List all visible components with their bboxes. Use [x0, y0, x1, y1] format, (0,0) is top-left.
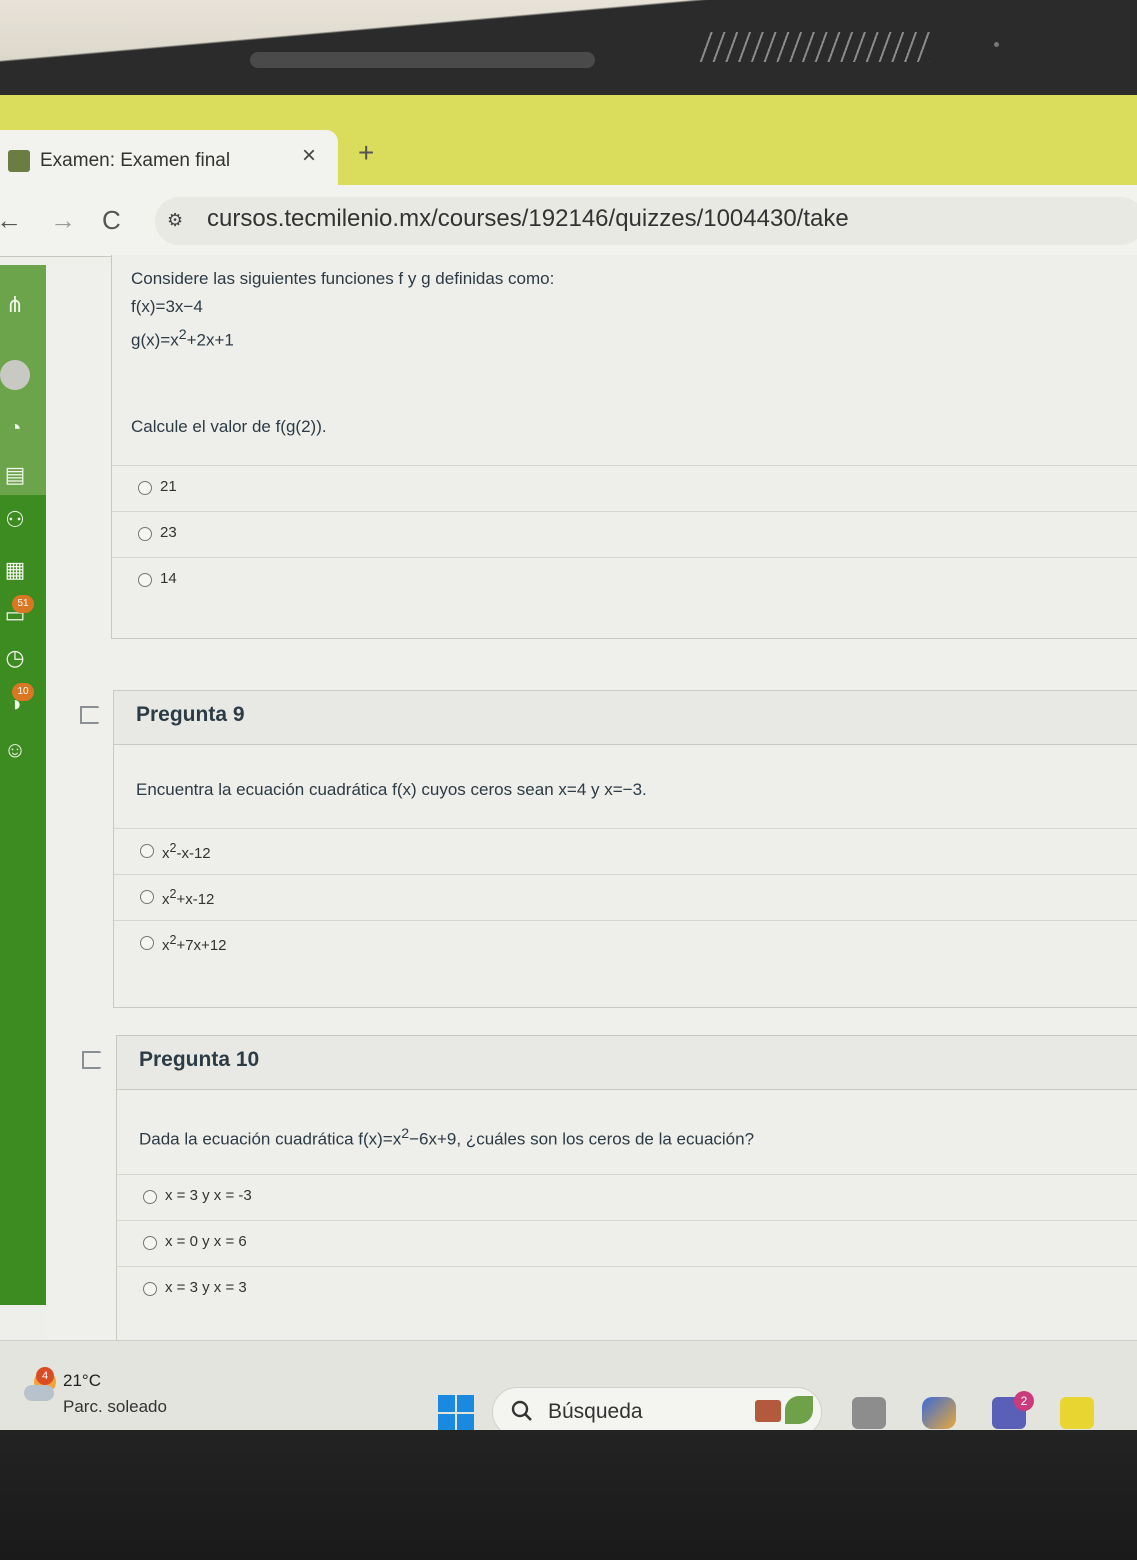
answer-label: x2-x-12	[162, 841, 211, 862]
weather-temperature[interactable]: 21°C	[63, 1371, 101, 1391]
answer-option[interactable]: x2+x-12	[114, 874, 1137, 920]
answer-radio[interactable]	[138, 481, 152, 495]
back-arrow-icon[interactable]: ←	[0, 205, 22, 236]
answer-radio[interactable]	[138, 527, 152, 541]
reload-icon[interactable]: C	[102, 205, 121, 236]
tab-close-icon[interactable]: ×	[302, 142, 316, 170]
taskbar: 4 21°C Parc. soleado Búsqueda 2	[0, 1340, 1137, 1440]
answer-label: 23	[160, 524, 177, 541]
answer-label: x2+x-12	[162, 887, 215, 908]
answer-option[interactable]: x = 0 y x = 6	[117, 1220, 1137, 1266]
answer-option[interactable]: 14	[112, 557, 1137, 603]
answer-option[interactable]: x2+7x+12	[114, 920, 1137, 966]
flag-question-9-icon[interactable]	[80, 706, 104, 724]
question-8-g-def: g(x)=x2+2x+1	[131, 327, 234, 350]
question-10-title: Pregunta 10	[139, 1048, 260, 1071]
site-info-icon[interactable]: ⚙	[167, 210, 183, 231]
windows-start-icon[interactable]	[438, 1395, 474, 1431]
history-icon[interactable]: ◷	[0, 643, 30, 673]
tab-bar: Examen: Examen final × +	[0, 95, 1137, 185]
weather-badge: 4	[36, 1367, 54, 1385]
answer-option[interactable]: x = 3 y x = 3	[117, 1266, 1137, 1312]
browser-tab-active[interactable]: Examen: Examen final ×	[0, 130, 338, 185]
history-badge: 10	[12, 683, 34, 701]
search-highlight-icon	[755, 1400, 781, 1422]
question-9: Pregunta 9 Encuentra la ecuación cuadrát…	[113, 690, 1137, 1008]
tab-title: Examen: Examen final	[40, 150, 231, 171]
answer-label: x2+7x+12	[162, 933, 227, 954]
courses-icon[interactable]: ▤	[0, 460, 30, 490]
answer-label: 14	[160, 570, 177, 587]
teams-badge: 2	[1014, 1391, 1034, 1411]
task-view-icon[interactable]	[852, 1397, 886, 1429]
dashboard-icon[interactable]: ◔	[0, 413, 30, 443]
question-10-header: Pregunta 10	[117, 1036, 1137, 1090]
bezel-slot	[250, 52, 595, 68]
logo-icon[interactable]: ⋔	[0, 290, 30, 320]
tecmilenio-favicon-icon	[8, 150, 30, 172]
weather-condition[interactable]: Parc. soleado	[63, 1397, 167, 1417]
groups-icon[interactable]: ⚇	[0, 505, 30, 535]
account-avatar-icon[interactable]	[0, 360, 30, 390]
answer-label: x = 3 y x = 3	[165, 1279, 247, 1296]
answer-option[interactable]: 23	[112, 511, 1137, 557]
copilot-icon[interactable]	[922, 1397, 956, 1429]
answer-label: x = 3 y x = -3	[165, 1187, 252, 1204]
answer-radio[interactable]	[140, 844, 154, 858]
question-9-header: Pregunta 9	[114, 691, 1137, 745]
question-10-prompt: Dada la ecuación cuadrática f(x)=x2−6x+9…	[139, 1126, 755, 1149]
answer-radio[interactable]	[143, 1190, 157, 1204]
help-icon[interactable]: ☺	[0, 735, 30, 765]
question-9-title: Pregunta 9	[136, 703, 245, 726]
answer-label: x = 0 y x = 6	[165, 1233, 247, 1250]
question-8-f-def: f(x)=3x−4	[131, 297, 203, 316]
search-leaf-icon	[785, 1396, 813, 1424]
answer-radio[interactable]	[143, 1282, 157, 1296]
question-8-prompt: Calcule el valor de f(g(2)).	[131, 416, 327, 436]
question-9-prompt: Encuentra la ecuación cuadrática f(x) cu…	[136, 780, 647, 799]
new-tab-button[interactable]: +	[358, 137, 374, 169]
answer-radio[interactable]	[138, 573, 152, 587]
address-bar: ← → C ⚙ cursos.tecmilenio.mx/courses/192…	[0, 185, 1137, 257]
answer-option[interactable]: 21	[112, 465, 1137, 511]
answer-label: 21	[160, 478, 177, 495]
webcam	[994, 42, 999, 47]
answer-radio[interactable]	[140, 890, 154, 904]
url-text: cursos.tecmilenio.mx/courses/192146/quiz…	[207, 205, 849, 232]
search-label: Búsqueda	[548, 1400, 643, 1423]
question-8: Considere las siguientes funciones f y g…	[111, 255, 1137, 639]
global-navigation: ⋔ ◔ ▤ ⚇ ▦ ▭ 51 ◷ ◑ 10 ☺	[0, 265, 46, 1305]
answer-option[interactable]: x = 3 y x = -3	[117, 1174, 1137, 1220]
forward-arrow-icon[interactable]: →	[50, 205, 76, 236]
todo-check-icon[interactable]	[1060, 1397, 1094, 1429]
bezel-vent	[700, 32, 930, 62]
calendar-icon[interactable]: ▦	[0, 555, 30, 585]
screen: Examen: Examen final × + ← → C ⚙ cursos.…	[0, 95, 1137, 1435]
search-icon	[511, 1400, 532, 1421]
answer-radio[interactable]	[143, 1236, 157, 1250]
answer-radio[interactable]	[140, 936, 154, 950]
inbox-badge: 51	[12, 595, 34, 613]
url-field[interactable]: ⚙ cursos.tecmilenio.mx/courses/192146/qu…	[155, 197, 1137, 245]
answer-option[interactable]: x2-x-12	[114, 828, 1137, 874]
monitor-bezel-bottom	[0, 1430, 1137, 1560]
question-8-intro: Considere las siguientes funciones f y g…	[131, 269, 555, 288]
flag-question-10-icon[interactable]	[82, 1051, 106, 1069]
quiz-content: Considere las siguientes funciones f y g…	[46, 255, 1137, 1435]
